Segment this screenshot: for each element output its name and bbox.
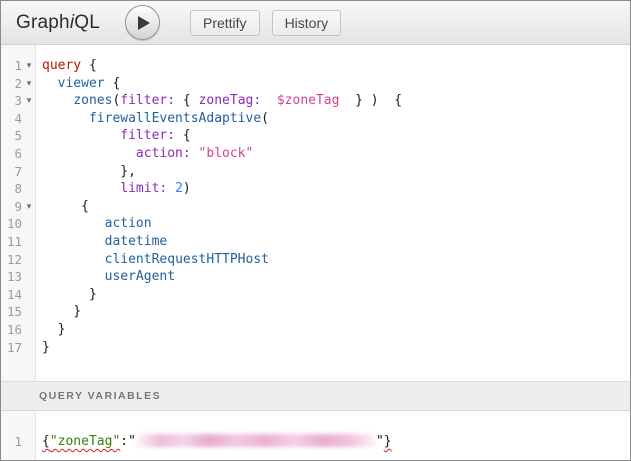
line-gutter: 15 [1, 303, 36, 321]
code-line[interactable]: 17} [1, 339, 630, 357]
fold-open-icon[interactable]: ▾ [22, 92, 36, 110]
line-gutter: 16 [1, 321, 36, 339]
fold-open-icon[interactable]: ▾ [22, 198, 36, 216]
variables-line[interactable]: 1 {"zoneTag":""} [1, 433, 630, 451]
line-gutter: 8 [1, 180, 36, 198]
line-gutter: 11 [1, 233, 36, 251]
line-gutter: 2▾ [1, 75, 36, 93]
code-line[interactable]: 9▾ { [1, 198, 630, 216]
line-number: 16 [1, 321, 22, 339]
line-number: 4 [1, 110, 22, 128]
variables-editor[interactable]: 1 {"zoneTag":""} [1, 411, 630, 460]
line-number: 13 [1, 268, 22, 286]
line-number: 10 [1, 215, 22, 233]
code-line[interactable]: 10 action [1, 215, 630, 233]
code-line[interactable]: 5 filter: { [1, 127, 630, 145]
code-line[interactable]: 16 } [1, 321, 630, 339]
code-line[interactable]: 1▾query { [1, 57, 630, 75]
code-line[interactable]: 7 }, [1, 163, 630, 181]
prettify-button[interactable]: Prettify [190, 10, 260, 36]
redacted-value [136, 434, 376, 447]
history-button[interactable]: History [272, 10, 342, 36]
line-number: 3 [1, 92, 22, 110]
graphiql-window: GraphiQL Prettify History 1▾query {2▾ vi… [0, 0, 631, 461]
line-gutter: 14 [1, 286, 36, 304]
line-number: 5 [1, 127, 22, 145]
toolbar: GraphiQL Prettify History [1, 1, 630, 45]
line-gutter: 13 [1, 268, 36, 286]
line-gutter: 7 [1, 163, 36, 181]
line-number: 8 [1, 180, 22, 198]
line-number: 9 [1, 198, 22, 216]
fold-open-icon[interactable]: ▾ [22, 57, 36, 75]
logo-text-graph: Graph [16, 12, 70, 33]
logo-text-ql: QL [74, 12, 100, 33]
code-line[interactable]: 4 firewallEventsAdaptive( [1, 110, 630, 128]
fold-open-icon[interactable]: ▾ [22, 75, 36, 93]
code-line[interactable]: 13 userAgent [1, 268, 630, 286]
line-number: 12 [1, 251, 22, 269]
line-number: 14 [1, 286, 22, 304]
line-gutter: 10 [1, 215, 36, 233]
code-line[interactable]: 12 clientRequestHTTPHost [1, 251, 630, 269]
line-gutter: 3▾ [1, 92, 36, 110]
query-variables-header[interactable]: Query Variables [1, 381, 630, 411]
query-code-lines: 1▾query {2▾ viewer {3▾ zones(filter: { z… [1, 57, 630, 356]
line-gutter: 9▾ [1, 198, 36, 216]
variables-gutter: 1 [1, 433, 36, 451]
line-gutter: 12 [1, 251, 36, 269]
code-line[interactable]: 3▾ zones(filter: { zoneTag: $zoneTag } )… [1, 92, 630, 110]
line-number: 11 [1, 233, 22, 251]
line-number: 2 [1, 75, 22, 93]
line-number: 1 [1, 57, 22, 75]
code-line[interactable]: 11 datetime [1, 233, 630, 251]
query-variables-title: Query Variables [39, 390, 161, 402]
code-line[interactable]: 15 } [1, 303, 630, 321]
query-editor[interactable]: 1▾query {2▾ viewer {3▾ zones(filter: { z… [1, 45, 630, 381]
line-gutter: 4 [1, 110, 36, 128]
line-gutter: 1▾ [1, 57, 36, 75]
code-line[interactable]: 14 } [1, 286, 630, 304]
line-number: 15 [1, 303, 22, 321]
code-line[interactable]: 8 limit: 2) [1, 180, 630, 198]
line-number: 7 [1, 163, 22, 181]
code-line[interactable]: 6 action: "block" [1, 145, 630, 163]
line-gutter: 17 [1, 339, 36, 357]
line-number: 1 [1, 433, 22, 451]
execute-query-button[interactable] [125, 5, 160, 40]
play-icon [138, 16, 150, 30]
variables-code[interactable]: {"zoneTag":""} [36, 433, 392, 451]
graphiql-logo: GraphiQL [16, 12, 100, 34]
line-gutter: 6 [1, 145, 36, 163]
code-line[interactable]: 2▾ viewer { [1, 75, 630, 93]
line-number: 17 [1, 339, 22, 357]
line-number: 6 [1, 145, 22, 163]
line-gutter: 5 [1, 127, 36, 145]
